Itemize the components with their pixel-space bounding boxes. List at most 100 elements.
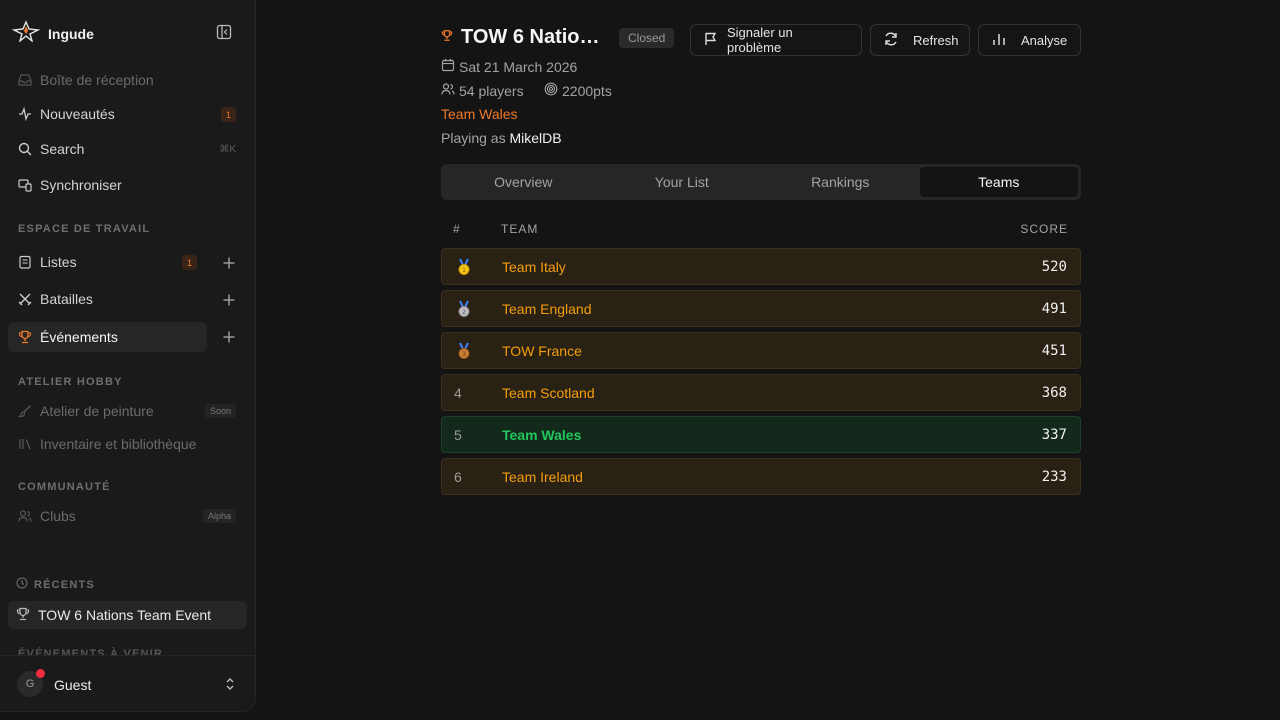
team-score: 233 bbox=[1041, 469, 1067, 485]
event-header: TOW 6 Nations Team Event Closed bbox=[441, 26, 675, 49]
refresh-button[interactable]: Refresh bbox=[870, 24, 970, 56]
sidebar-item-events[interactable]: Événements bbox=[8, 322, 207, 352]
sidebar-item-battles[interactable]: Batailles bbox=[8, 284, 207, 314]
team-score: 337 bbox=[1041, 427, 1067, 443]
trophy-icon bbox=[441, 29, 453, 47]
tab-your-list[interactable]: Your List bbox=[603, 167, 762, 197]
analyse-label: Analyse bbox=[1021, 32, 1068, 48]
swords-icon bbox=[18, 292, 32, 306]
recents-header: RÉCENTS bbox=[16, 576, 95, 594]
table-row[interactable]: 6 Team Ireland 233 bbox=[441, 458, 1081, 495]
devices-icon bbox=[18, 178, 32, 192]
svg-text:3: 3 bbox=[462, 351, 466, 358]
inbox-icon bbox=[18, 73, 32, 87]
report-problem-button[interactable]: Signaler un problème bbox=[690, 24, 862, 56]
sidebar-item-label: Clubs bbox=[40, 508, 76, 524]
event-points-text: 2200pts bbox=[562, 82, 612, 99]
table-row[interactable]: 2 Team England 491 bbox=[441, 290, 1081, 327]
flag-icon bbox=[703, 31, 719, 50]
user-team-link[interactable]: Team Wales bbox=[441, 106, 518, 122]
table-row-own-team[interactable]: 5 Team Wales 337 bbox=[441, 416, 1081, 453]
svg-text:1: 1 bbox=[462, 267, 466, 274]
activity-icon bbox=[18, 107, 32, 121]
sidebar-item-label: Listes bbox=[40, 254, 77, 270]
brand-name: Ingude bbox=[48, 25, 94, 42]
logo-icon bbox=[11, 20, 41, 47]
trophy-icon bbox=[18, 330, 32, 344]
table-row[interactable]: 1 Team Italy 520 bbox=[441, 248, 1081, 285]
team-name[interactable]: Team England bbox=[502, 301, 592, 317]
column-team-header: TEAM bbox=[501, 222, 539, 236]
add-event-icon[interactable] bbox=[222, 330, 236, 344]
analyse-button[interactable]: Analyse bbox=[978, 24, 1081, 56]
team-name[interactable]: Team Wales bbox=[502, 427, 581, 443]
community-section-label: COMMUNAUTÉ bbox=[18, 481, 111, 493]
table-row[interactable]: 4 Team Scotland 368 bbox=[441, 374, 1081, 411]
team-name[interactable]: Team Italy bbox=[502, 259, 566, 275]
tab-teams[interactable]: Teams bbox=[919, 167, 1078, 197]
event-tabs: Overview Your List Rankings Teams bbox=[441, 164, 1081, 200]
status-badge: Closed bbox=[619, 27, 675, 48]
team-name[interactable]: TOW France bbox=[502, 343, 582, 359]
bar-chart-icon bbox=[991, 31, 1007, 50]
trophy-icon bbox=[16, 607, 30, 624]
sidebar-item-sync[interactable]: Synchroniser bbox=[8, 170, 246, 200]
user-menu[interactable]: G Guest bbox=[0, 655, 255, 711]
sidebar-item-search[interactable]: Search ⌘K bbox=[8, 134, 246, 164]
brand[interactable]: Ingude bbox=[11, 20, 94, 47]
team-name[interactable]: Team Ireland bbox=[502, 469, 583, 485]
search-icon bbox=[18, 142, 32, 156]
sidebar-item-label: Boîte de réception bbox=[40, 72, 154, 88]
sidebar-item-inbox[interactable]: Boîte de réception bbox=[8, 65, 246, 95]
clock-icon bbox=[16, 576, 28, 594]
soon-tag: Soon bbox=[204, 404, 236, 418]
users-icon bbox=[18, 509, 32, 523]
recents-label: RÉCENTS bbox=[34, 579, 95, 591]
table-row[interactable]: 3 TOW France 451 bbox=[441, 332, 1081, 369]
event-date: Sat 21 March 2026 bbox=[441, 58, 577, 75]
page-title: TOW 6 Nations Team Event bbox=[461, 26, 605, 48]
chevron-up-down-icon bbox=[224, 676, 236, 697]
calendar-icon bbox=[441, 58, 455, 75]
event-points: 2200pts bbox=[544, 82, 612, 99]
sidebar: Ingude Boîte de réception Nouveautés 1 S… bbox=[0, 0, 256, 712]
hobby-section-label: ATELIER HOBBY bbox=[18, 376, 123, 388]
add-list-icon[interactable] bbox=[222, 256, 236, 270]
event-date-text: Sat 21 March 2026 bbox=[459, 58, 578, 75]
notification-dot bbox=[36, 669, 45, 678]
recent-event-item[interactable]: TOW 6 Nations Team Event bbox=[8, 601, 247, 629]
library-icon bbox=[18, 437, 32, 451]
playing-as-name: MikelDB bbox=[509, 130, 562, 146]
playing-as-prefix: Playing as bbox=[441, 130, 506, 146]
add-battle-icon[interactable] bbox=[222, 293, 236, 307]
sidebar-item-label: Nouveautés bbox=[40, 106, 115, 122]
brush-icon bbox=[18, 404, 32, 418]
sidebar-item-news[interactable]: Nouveautés 1 bbox=[8, 99, 246, 129]
team-name[interactable]: Team Scotland bbox=[502, 385, 595, 401]
sidebar-item-label: Atelier de peinture bbox=[40, 403, 154, 419]
sidebar-collapse-icon[interactable] bbox=[216, 24, 234, 40]
report-problem-label: Signaler un problème bbox=[727, 25, 793, 55]
sidebar-item-inventory[interactable]: Inventaire et bibliothèque bbox=[8, 429, 246, 459]
recent-event-label: TOW 6 Nations Team Event bbox=[38, 607, 211, 623]
sidebar-item-clubs[interactable]: Clubs Alpha bbox=[8, 501, 246, 531]
gold-medal-icon: 1 bbox=[456, 258, 472, 281]
team-rank: 6 bbox=[454, 469, 462, 485]
sidebar-item-lists[interactable]: Listes 1 bbox=[8, 247, 207, 277]
sidebar-item-label: Événements bbox=[40, 329, 118, 345]
svg-text:2: 2 bbox=[462, 309, 466, 316]
tab-overview[interactable]: Overview bbox=[444, 167, 603, 197]
sidebar-item-label: Synchroniser bbox=[40, 177, 122, 193]
users-icon bbox=[441, 82, 455, 99]
column-score-header: SCORE bbox=[1020, 222, 1068, 236]
event-players: 54 players bbox=[441, 82, 524, 99]
refresh-icon bbox=[883, 31, 899, 50]
user-name: Guest bbox=[54, 677, 92, 693]
sidebar-item-painting[interactable]: Atelier de peinture Soon bbox=[8, 396, 246, 426]
workspace-section-label: ESPACE DE TRAVAIL bbox=[18, 223, 151, 235]
target-icon bbox=[544, 82, 558, 99]
event-players-text: 54 players bbox=[459, 82, 524, 99]
teams-table-header: # TEAM SCORE bbox=[441, 222, 1081, 238]
column-rank-header: # bbox=[453, 222, 461, 236]
tab-rankings[interactable]: Rankings bbox=[761, 167, 920, 197]
